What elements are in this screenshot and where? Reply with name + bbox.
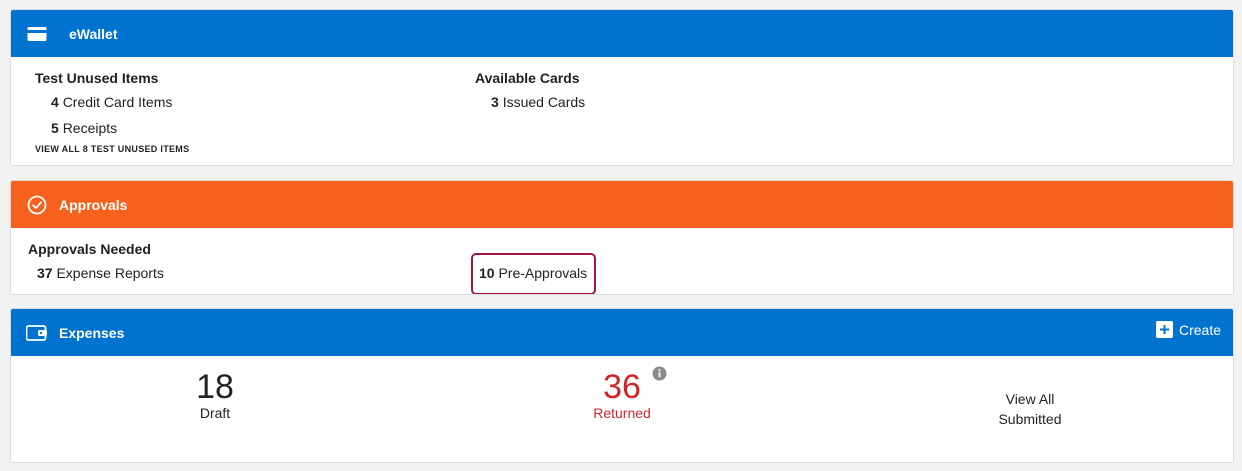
approvals-card: Approvals Approvals Needed 37 Expense Re… <box>10 180 1234 295</box>
plus-icon <box>1155 321 1173 338</box>
approvals-needed-heading: Approvals Needed <box>28 241 151 257</box>
receipts-count: 5 <box>51 120 59 136</box>
expenses-header: Expenses Create <box>11 309 1233 356</box>
create-expense-button[interactable]: Create <box>1155 321 1221 338</box>
info-icon[interactable] <box>652 366 667 386</box>
expenses-title: Expenses <box>59 324 125 341</box>
wallet-icon <box>25 321 49 345</box>
wallet-card-icon <box>25 22 49 46</box>
view-all-unused-items-link[interactable]: VIEW ALL 8 TEST UNUSED ITEMS <box>35 144 189 154</box>
approvals-header: Approvals <box>11 181 1233 228</box>
pre-approvals-label: Pre-Approvals <box>498 265 588 281</box>
view-all-submitted-link[interactable]: View All Submitted <box>970 389 1090 429</box>
issued-cards-label: Issued Cards <box>502 94 586 110</box>
ewallet-title: eWallet <box>69 25 118 42</box>
expense-reports-label: Expense Reports <box>56 265 164 281</box>
returned-label: Returned <box>593 405 651 421</box>
ewallet-header: eWallet <box>11 10 1233 57</box>
pre-approvals-count: 10 <box>479 265 495 281</box>
view-all-line1: View All <box>1005 391 1055 407</box>
credit-card-items-label: Credit Card Items <box>62 94 173 110</box>
draft-count: 18 <box>196 368 234 406</box>
create-label: Create <box>1178 321 1221 338</box>
draft-label: Draft <box>199 405 231 421</box>
available-cards-heading: Available Cards <box>475 70 580 86</box>
check-circle-icon <box>25 193 49 217</box>
expenses-card: Expenses Create 18 Draft 36 Returned Vie… <box>10 308 1234 463</box>
draft-stat[interactable]: 18 Draft <box>155 369 275 421</box>
expense-reports-row[interactable]: 37 Expense Reports <box>37 265 164 281</box>
expense-reports-count: 37 <box>37 265 53 281</box>
receipts-label: Receipts <box>62 120 118 136</box>
ewallet-card: eWallet Test Unused Items 4 Credit Card … <box>10 9 1234 166</box>
view-all-line2: Submitted <box>998 411 1062 427</box>
approvals-title: Approvals <box>59 196 128 213</box>
credit-card-items-row[interactable]: 4 Credit Card Items <box>51 94 172 110</box>
issued-cards-row[interactable]: 3 Issued Cards <box>491 94 585 110</box>
pre-approvals-row[interactable]: 10 Pre-Approvals <box>479 265 587 281</box>
test-unused-items-heading: Test Unused Items <box>35 70 159 86</box>
receipts-row[interactable]: 5 Receipts <box>51 120 117 136</box>
issued-cards-count: 3 <box>491 94 499 110</box>
credit-card-items-count: 4 <box>51 94 59 110</box>
